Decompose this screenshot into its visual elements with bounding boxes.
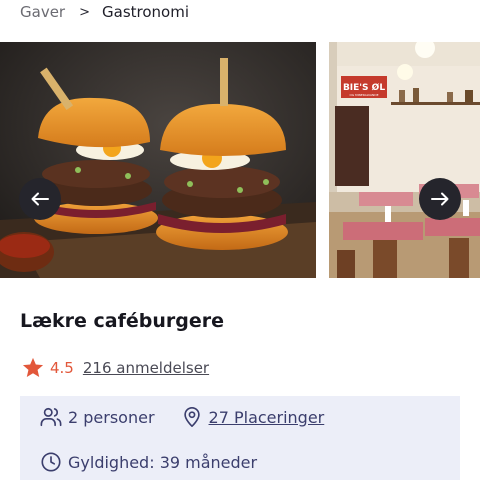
locations-link[interactable]: 27 Placeringer xyxy=(209,408,325,427)
breadcrumb-separator: > xyxy=(79,4,90,20)
cafe-sign-text: BIE'S ØL xyxy=(343,82,385,93)
info-row-validity: Gyldighed: 39 måneder xyxy=(40,451,257,473)
clock-icon xyxy=(40,451,62,473)
breadcrumb: Gaver > Gastronomi xyxy=(20,0,189,24)
burger-photo xyxy=(0,42,316,278)
info-row-persons-locations: 2 personer 27 Placeringer xyxy=(40,406,324,428)
star-icon xyxy=(22,357,44,378)
people-icon xyxy=(40,406,62,428)
cafe-photo: BIE'S ØL OG MINERALVANDE xyxy=(329,42,480,278)
locations: 27 Placeringer xyxy=(181,406,325,428)
validity-text: Gyldighed: 39 måneder xyxy=(68,452,258,472)
persons-count: 2 personer xyxy=(68,407,155,427)
carousel-prev-button[interactable] xyxy=(19,178,61,220)
breadcrumb-parent-link[interactable]: Gaver xyxy=(20,3,65,21)
product-title: Lækre caféburgere xyxy=(20,310,224,332)
carousel-slide-burgers xyxy=(0,42,316,278)
arrow-left-icon xyxy=(31,192,49,206)
cafe-sign-subtext: OG MINERALVANDE xyxy=(350,93,379,97)
rating-summary: 4.5 216 anmeldelser xyxy=(22,357,209,378)
rating-value: 4.5 xyxy=(50,358,74,377)
arrow-right-icon xyxy=(431,192,449,206)
reviews-link[interactable]: 216 anmeldelser xyxy=(83,359,209,377)
breadcrumb-current: Gastronomi xyxy=(102,3,189,21)
location-pin-icon xyxy=(181,406,203,428)
carousel-slide-cafe: BIE'S ØL OG MINERALVANDE xyxy=(329,42,480,278)
carousel-next-button[interactable] xyxy=(419,178,461,220)
image-carousel[interactable]: BIE'S ØL OG MINERALVANDE xyxy=(0,42,480,278)
info-box: 2 personer 27 Placeringer Gyldighed: 39 … xyxy=(20,396,460,480)
